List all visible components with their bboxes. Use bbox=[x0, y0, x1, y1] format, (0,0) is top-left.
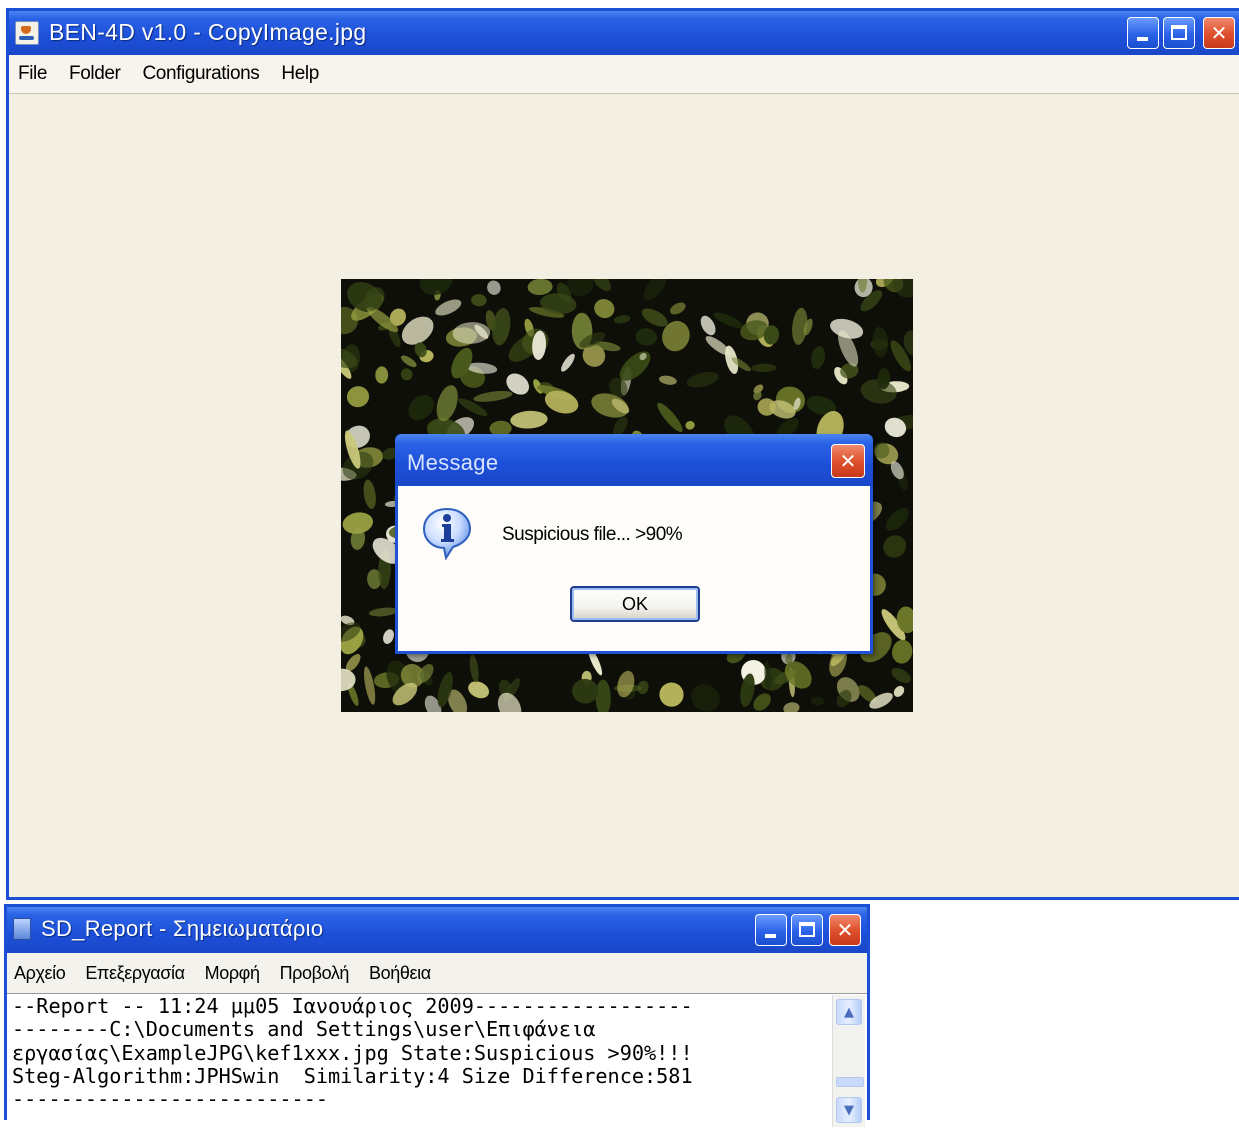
leaf-blob bbox=[375, 366, 389, 384]
dialog-body: Suspicious file... >90% OK bbox=[398, 486, 870, 651]
leaf-blob bbox=[659, 375, 677, 385]
ok-button[interactable]: OK bbox=[570, 586, 700, 622]
minimize-button[interactable] bbox=[1127, 17, 1159, 49]
main-menubar: File Folder Configurations Help bbox=[9, 55, 1239, 94]
leaf-blob bbox=[469, 654, 479, 683]
report-line: -------------------------- bbox=[12, 1087, 329, 1112]
leaf-blob bbox=[792, 307, 808, 345]
leaf-blob bbox=[641, 308, 668, 327]
dialog-title: Message bbox=[407, 450, 499, 475]
report-line: Steg-Algorithm:JPHSwin Similarity:4 Size… bbox=[12, 1063, 693, 1088]
leaf-blob bbox=[363, 666, 376, 705]
close-icon: ✕ bbox=[1210, 21, 1228, 45]
leaf-blob bbox=[670, 302, 686, 315]
minimize-icon bbox=[1137, 37, 1148, 41]
report-line: --Report -- 11:24 μμ05 Ιανουάριος 2009--… bbox=[12, 995, 693, 1018]
leaf-blob bbox=[400, 368, 413, 381]
leaf-blob bbox=[691, 684, 720, 712]
leaf-blob bbox=[363, 479, 376, 509]
leaf-blob bbox=[885, 507, 909, 531]
leaf-blob bbox=[685, 420, 695, 430]
leaf-blob bbox=[891, 667, 911, 684]
menu-help[interactable]: Help bbox=[270, 63, 329, 85]
leaf-blob bbox=[892, 639, 913, 664]
menu-help-gr[interactable]: Βοήθεια bbox=[359, 963, 441, 984]
scroll-thumb[interactable] bbox=[836, 1077, 864, 1087]
leaf-blob bbox=[561, 353, 575, 372]
menu-edit-gr[interactable]: Επεξεργασία bbox=[75, 963, 194, 984]
leaf-blob bbox=[471, 294, 487, 307]
leaf-blob bbox=[468, 681, 490, 699]
message-dialog: Message ✕ Suspicious file... >90% OK bbox=[395, 434, 873, 654]
notepad-minimize-button[interactable] bbox=[755, 914, 787, 946]
menu-file-gr[interactable]: Αρχείο bbox=[7, 963, 75, 984]
main-window: BEN-4D v1.0 - CopyImage.jpg ✕ File Folde… bbox=[6, 8, 1239, 900]
menu-format-gr[interactable]: Μορφή bbox=[195, 963, 270, 984]
leaf-blob bbox=[643, 279, 667, 301]
report-text-area[interactable]: --Report -- 11:24 μμ05 Ιανουάριος 2009--… bbox=[9, 995, 834, 1135]
leaf-blob bbox=[342, 512, 373, 534]
leaf-blob bbox=[572, 678, 599, 704]
leaf-blob bbox=[751, 363, 777, 373]
leaf-blob bbox=[883, 535, 907, 558]
leaf-blob bbox=[811, 346, 826, 370]
leaf-blob bbox=[400, 355, 417, 368]
java-app-icon[interactable] bbox=[15, 21, 39, 45]
maximize-icon bbox=[1171, 25, 1187, 40]
leaf-blob bbox=[487, 280, 501, 295]
leaf-blob bbox=[408, 395, 435, 421]
leaf-blob bbox=[713, 312, 743, 329]
leaf-blob bbox=[436, 385, 458, 422]
leaf-blob bbox=[657, 402, 683, 433]
leaf-blob bbox=[510, 410, 548, 429]
leaf-blob bbox=[346, 386, 370, 408]
leaf-blob bbox=[492, 308, 511, 346]
main-window-title: BEN-4D v1.0 - CopyImage.jpg bbox=[49, 19, 367, 45]
notepad-window: SD_Report - Σημειωματάριο ✕ Αρχείο Επεξε… bbox=[4, 904, 870, 1135]
leaf-blob bbox=[635, 328, 657, 346]
notepad-menubar: Αρχείο Επεξεργασία Μορφή Προβολή Βοήθεια bbox=[7, 953, 867, 994]
dialog-title-bar[interactable]: Message ✕ bbox=[395, 434, 873, 486]
image-workspace: Message ✕ Suspicious file... >90% OK bbox=[9, 94, 1239, 897]
notepad-title-bar[interactable]: SD_Report - Σημειωματάριο ✕ bbox=[7, 907, 867, 953]
leaf-blob bbox=[872, 326, 889, 358]
leaf-blob bbox=[473, 390, 513, 402]
notepad-maximize-button[interactable] bbox=[791, 914, 823, 946]
information-icon bbox=[422, 507, 472, 560]
leaf-blob bbox=[783, 702, 800, 712]
main-title-bar[interactable]: BEN-4D v1.0 - CopyImage.jpg ✕ bbox=[9, 11, 1239, 55]
dialog-message: Suspicious file... >90% bbox=[502, 524, 683, 545]
minimize-icon bbox=[765, 934, 776, 938]
leaf-blob bbox=[810, 696, 825, 706]
leaf-blob bbox=[527, 279, 553, 296]
leaf-blob bbox=[368, 607, 399, 617]
maximize-button[interactable] bbox=[1163, 17, 1195, 49]
report-line: εργασίας\ExampleJPG\kef1xxx.jpg State:Su… bbox=[12, 1040, 693, 1065]
menu-view-gr[interactable]: Προβολή bbox=[270, 963, 359, 984]
scroll-down-icon[interactable]: ▼ bbox=[836, 1097, 862, 1123]
report-line: --------C:\Documents and Settings\user\Ε… bbox=[12, 1017, 596, 1042]
leaf-blob bbox=[785, 653, 793, 665]
close-icon: ✕ bbox=[836, 918, 854, 942]
menu-configurations[interactable]: Configurations bbox=[131, 63, 270, 85]
vertical-scrollbar[interactable]: ▲ ▼ bbox=[832, 995, 865, 1127]
notepad-icon[interactable] bbox=[13, 918, 31, 940]
leaf-blob bbox=[659, 682, 684, 707]
notepad-close-button[interactable]: ✕ bbox=[829, 914, 861, 946]
close-button[interactable]: ✕ bbox=[1203, 17, 1235, 49]
leaf-blob bbox=[613, 315, 631, 324]
leaf-blob bbox=[686, 371, 719, 388]
dialog-close-button[interactable]: ✕ bbox=[831, 444, 865, 478]
scroll-up-icon[interactable]: ▲ bbox=[836, 999, 862, 1025]
leaf-blob bbox=[893, 685, 905, 697]
leaf-blob bbox=[594, 299, 615, 319]
leaf-blob bbox=[383, 629, 394, 644]
close-icon: ✕ bbox=[839, 449, 857, 473]
maximize-icon bbox=[799, 922, 815, 937]
notepad-window-title: SD_Report - Σημειωματάριο bbox=[41, 916, 324, 941]
menu-folder[interactable]: Folder bbox=[58, 63, 131, 85]
menu-file[interactable]: File bbox=[9, 63, 58, 85]
